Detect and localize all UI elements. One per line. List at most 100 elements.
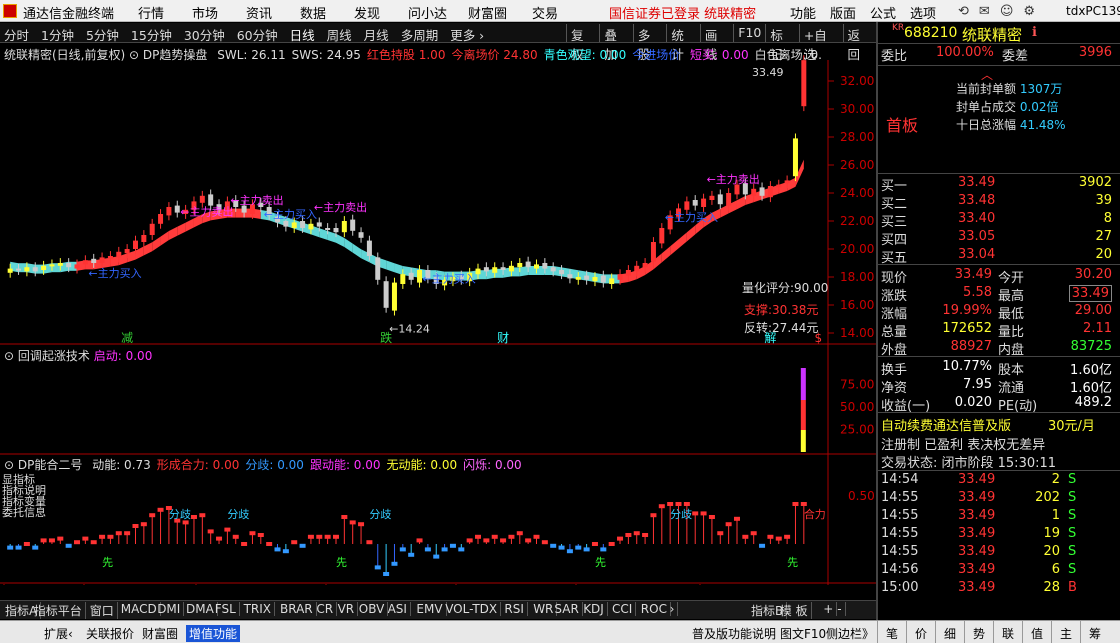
energy-cap <box>74 540 81 545</box>
sub1-panel-title: ⊙ 回调起涨技术 启动: 0.00 <box>4 347 152 364</box>
add-watchlist-button[interactable]: +自选 <box>798 24 843 62</box>
adjust-button[interactable]: 复权 <box>566 24 599 62</box>
period-tab[interactable]: 周线 <box>327 25 352 44</box>
quote-view-tab[interactable]: 筹 <box>1080 621 1109 643</box>
fortune-circle-button[interactable]: 财富圈 <box>142 625 178 642</box>
indicator-tab[interactable]: OBV <box>356 602 389 616</box>
candle-body <box>107 256 113 259</box>
indicator-tab[interactable]: - <box>834 602 846 616</box>
value-added-button[interactable]: 增值功能 <box>186 625 241 642</box>
indicator-tab[interactable]: 模 板 <box>777 602 812 619</box>
candle-body <box>776 184 782 188</box>
quote-view-tab[interactable]: 价 <box>906 621 935 643</box>
indicator-tab[interactable]: 指标平台 <box>31 602 86 619</box>
bid-row[interactable]: 买二 33.48 39 <box>878 192 1120 212</box>
indicator-tab[interactable]: 窗口 <box>87 602 118 619</box>
sidebar-toggle[interactable]: 侧边栏》 <box>826 625 874 642</box>
period-tab[interactable]: 15分钟 <box>131 25 172 44</box>
indicator-tab[interactable]: VOL-TDX <box>442 602 502 616</box>
period-tab-daily[interactable]: 日线 <box>290 25 315 44</box>
menu-function[interactable]: 功能 <box>790 3 830 22</box>
promo-price[interactable]: 30元/月 <box>1048 415 1095 434</box>
menu-quotes[interactable]: 行情 <box>138 3 192 22</box>
multi-stock-button[interactable]: 多股 <box>632 24 666 62</box>
indicator-tab[interactable]: TRIX <box>241 602 276 616</box>
quote-view-tab[interactable]: 联 <box>993 621 1022 643</box>
gear-icon[interactable]: ⚙ <box>1023 4 1035 19</box>
indicator-tab[interactable]: CR <box>313 602 338 616</box>
edition-help-link[interactable]: 普及版功能说明 <box>692 625 776 642</box>
period-tab[interactable]: 1分钟 <box>41 25 74 44</box>
period-tab[interactable]: 5分钟 <box>86 25 119 44</box>
bid-row[interactable]: 买四 33.05 27 <box>878 228 1120 248</box>
indicator-tab[interactable]: FSL <box>212 602 240 616</box>
bid-price: 33.49 <box>958 175 996 190</box>
menu-layout[interactable]: 版面 <box>830 3 870 22</box>
indicator-dropdown-icon[interactable]: ⊙ <box>4 458 14 472</box>
period-tab[interactable]: 月线 <box>364 25 389 44</box>
draw-line-button[interactable]: 画线 <box>699 24 733 62</box>
period-tab[interactable]: 多周期 <box>401 25 439 44</box>
period-tab[interactable]: 分时 <box>4 25 29 44</box>
related-quotes-button[interactable]: 关联报价 <box>86 625 134 642</box>
menu-fortune[interactable]: 财富圈 <box>468 3 532 22</box>
indicator-tab[interactable]: CCI <box>609 602 637 616</box>
quote-view-tab[interactable]: 主 <box>1051 621 1080 643</box>
mark-button[interactable]: 标记 <box>765 24 798 62</box>
f10-button[interactable]: F10 <box>733 24 765 42</box>
indicator-dropdown-icon[interactable]: ⊙ <box>129 48 139 62</box>
sub2-indicator-name[interactable]: DP能合二号 <box>18 458 82 472</box>
energy-cap <box>541 540 548 545</box>
candle-body <box>300 221 306 228</box>
quote-view-tab[interactable]: 势 <box>964 621 993 643</box>
indicator-tab[interactable]: BRAR <box>277 602 317 616</box>
statistics-button[interactable]: 统计 <box>666 24 699 62</box>
indicator-tab[interactable]: VR <box>335 602 359 616</box>
bid-row[interactable]: 买三 33.40 8 <box>878 210 1120 230</box>
sub1-indicator-name[interactable]: 回调起涨技术 <box>18 349 90 363</box>
indicator-tab[interactable]: ASI <box>385 602 411 616</box>
energy-cap <box>149 513 156 518</box>
bid-price: 33.48 <box>958 193 996 208</box>
indicator-dropdown-icon[interactable]: ⊙ <box>4 349 14 363</box>
bid-row[interactable]: 买五 33.04 20 <box>878 246 1120 266</box>
menu-news[interactable]: 资讯 <box>246 3 300 22</box>
indicator-tab[interactable]: KDJ <box>580 602 608 616</box>
f10-text-button[interactable]: 图文F10 <box>780 625 826 642</box>
trend-band-segment <box>185 218 194 232</box>
menu-trade[interactable]: 交易 <box>532 3 586 22</box>
candle-body <box>417 270 423 283</box>
bid-row[interactable]: 买一 33.49 3902 <box>878 174 1120 194</box>
indicator-tab[interactable]: SAR <box>551 602 583 616</box>
expand-button[interactable]: 扩展‹ <box>44 625 73 642</box>
back-button[interactable]: 返回 <box>842 24 876 62</box>
menu-market[interactable]: 市场 <box>192 3 246 22</box>
period-tab[interactable]: 30分钟 <box>184 25 225 44</box>
period-tab[interactable]: 60分钟 <box>237 25 278 44</box>
menu-options[interactable]: 选项 <box>910 3 950 22</box>
more-periods[interactable]: 更多 › <box>450 25 484 44</box>
chart-area[interactable]: 32.00 30.00 28.00 26.00 24.00 22.00 20.00 18.00… <box>0 44 876 585</box>
quote-view-tab[interactable]: 笔 <box>877 621 906 643</box>
menu-data[interactable]: 数据 <box>300 3 354 22</box>
indicator-tab[interactable]: › <box>667 602 679 616</box>
indicator-name[interactable]: DP趋势操盘 <box>143 48 207 62</box>
menu-xiaoda[interactable]: 问小达 <box>408 3 468 22</box>
quote-view-tab[interactable]: 值 <box>1022 621 1051 643</box>
back-icon[interactable]: ⟲ <box>958 4 969 19</box>
menu-formula[interactable]: 公式 <box>870 3 910 22</box>
legend-item[interactable]: 委托信息 <box>2 507 46 518</box>
indicator-tab[interactable]: DMI <box>154 602 185 616</box>
promo-row[interactable]: 自动续费通达信普及版 30元/月 <box>878 413 1120 434</box>
username[interactable]: tdxPC139 <box>1066 4 1120 18</box>
indicator-tab[interactable]: RSI <box>501 602 528 616</box>
menu-discover[interactable]: 发现 <box>354 3 408 22</box>
mail-icon[interactable]: ✉ <box>979 4 990 19</box>
energy-cap <box>182 520 189 525</box>
energy-cap <box>466 538 473 543</box>
info-icon[interactable]: ℹ <box>1032 25 1037 40</box>
quote-view-tab[interactable]: 细 <box>935 621 964 643</box>
overlay-button[interactable]: 叠加 <box>599 24 632 62</box>
user-icon[interactable]: ☺ <box>1000 4 1014 19</box>
promo-text[interactable]: 自动续费通达信普及版 <box>881 415 1011 434</box>
